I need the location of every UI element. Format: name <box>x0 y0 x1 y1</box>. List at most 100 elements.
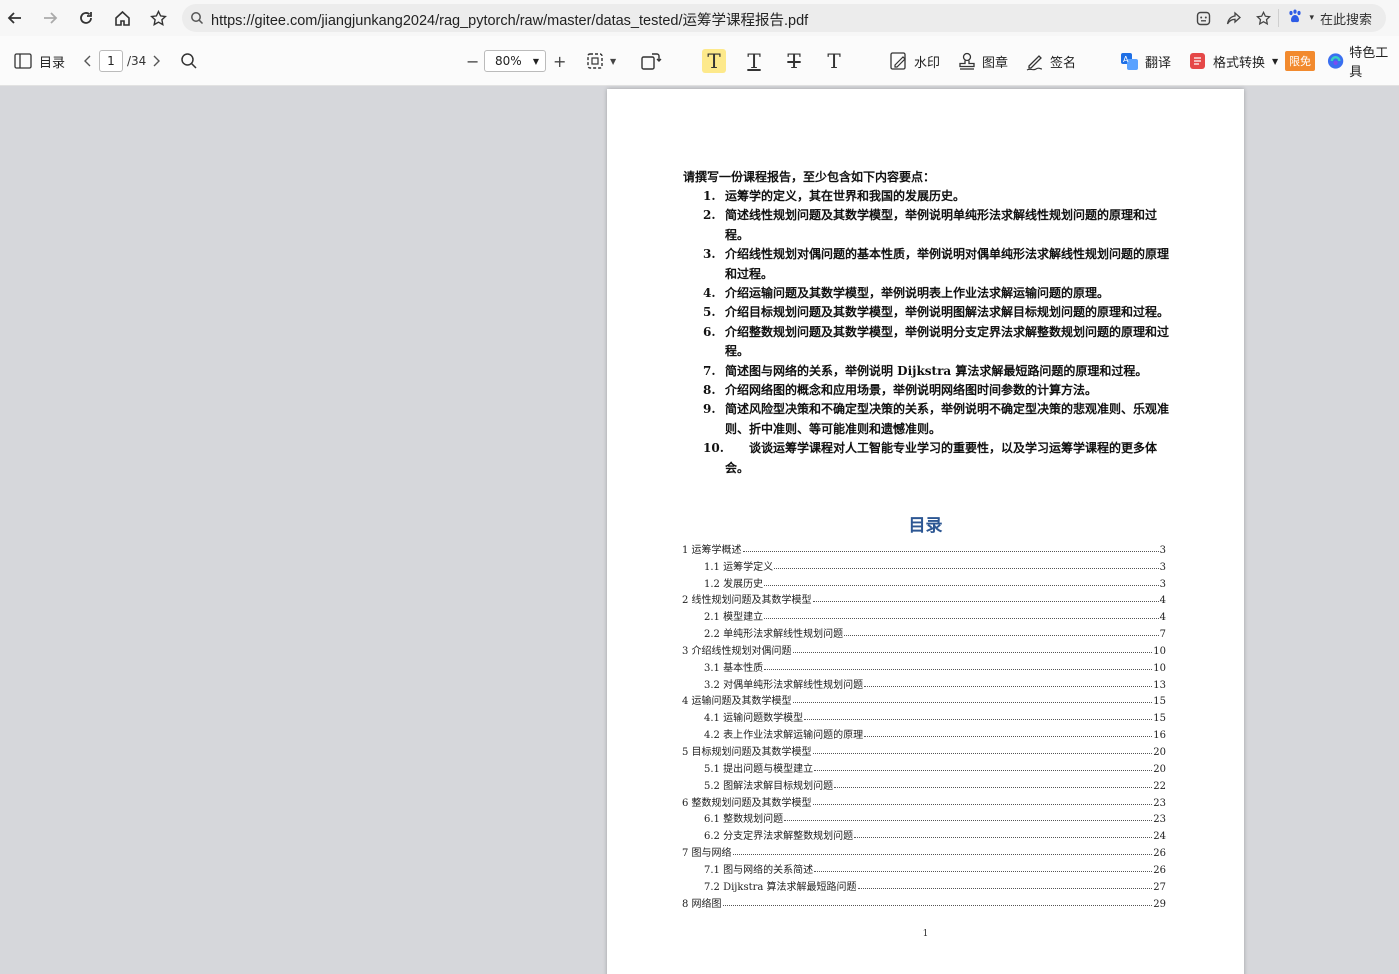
toc-leader-dots <box>834 786 1153 788</box>
toc-entry[interactable]: 3 介绍线性规划对偶问题 10 <box>682 640 1166 657</box>
toc-entry[interactable]: 6.1 整数规划问题 23 <box>682 809 1166 826</box>
page-number-field[interactable]: 1 <box>99 36 123 86</box>
zoom-in-button[interactable]: + <box>553 36 566 86</box>
toc-entry[interactable]: 6.2 分支定界法求解整数规划问题 24 <box>682 825 1166 842</box>
format-convert-button[interactable]: 格式转换 ▼ <box>1189 36 1278 86</box>
bookmark-star-icon[interactable] <box>147 7 169 29</box>
forward-icon[interactable] <box>39 7 61 29</box>
toc-entry[interactable]: 2.2 单纯形法求解线性规划问题 7 <box>682 623 1166 640</box>
stamp-button[interactable]: 图章 <box>957 36 1008 86</box>
toc-label: 目录 <box>39 55 66 71</box>
toc-entry-title: 7.1 图与网络的关系简述 <box>704 864 814 876</box>
toc-leader-dots <box>864 685 1153 687</box>
strikethrough-text-icon: T <box>787 49 801 73</box>
share-icon[interactable] <box>1218 4 1248 32</box>
toc-leader-dots <box>792 651 1153 653</box>
requirement-text: 简述风险型决策和不确定型决策的关系，举例说明不确定型决策的悲观准则、乐观准则、折… <box>725 402 1170 436</box>
toc-entry[interactable]: 2 线性规划问题及其数学模型 4 <box>682 590 1166 607</box>
toc-leader-dots <box>764 668 1153 670</box>
toc-entry-title: 5.1 提出问题与模型建立 <box>704 763 814 775</box>
watermark-button[interactable]: 水印 <box>889 36 940 86</box>
back-icon[interactable] <box>4 7 26 29</box>
toc-entry[interactable]: 7.2 Dijkstra 算法求解最短路问题 27 <box>682 876 1166 893</box>
convert-label: 格式转换 <box>1213 55 1266 71</box>
zoom-out-button[interactable]: − <box>466 36 479 86</box>
toc-entry[interactable]: 5.2 图解法求解目标规划问题 22 <box>682 775 1166 792</box>
rotate-icon <box>641 53 662 70</box>
toc-entry[interactable]: 1.2 发展历史 3 <box>682 573 1166 590</box>
toc-leader-dots <box>804 719 1153 721</box>
toc-entry-page: 3 <box>1159 578 1166 590</box>
prev-page-button[interactable] <box>83 36 93 86</box>
watermark-icon <box>890 52 906 70</box>
requirement-item: 4. 介绍运输问题及其数学模型，举例说明表上作业法求解运输问题的原理。 <box>703 284 1173 303</box>
toc-entry[interactable]: 5 目标规划问题及其数学模型 20 <box>682 741 1166 758</box>
toc-entry-title: 7.2 Dijkstra 算法求解最短路问题 <box>704 881 857 893</box>
chevron-down-icon: ▼ <box>610 56 617 66</box>
home-icon[interactable] <box>111 7 133 29</box>
toc-entry[interactable]: 4.2 表上作业法求解运输问题的原理 16 <box>682 724 1166 741</box>
requirement-number: 2. <box>703 208 716 223</box>
special-tools-icon <box>1327 53 1344 69</box>
toc-entry[interactable]: 7 图与网络 26 <box>682 842 1166 859</box>
special-tools-button[interactable]: 特色工具 <box>1327 36 1399 86</box>
toc-entry-page: 3 <box>1159 544 1166 556</box>
favorite-star-icon[interactable] <box>1248 4 1278 32</box>
strikethrough-text-button[interactable]: T <box>782 36 806 86</box>
convert-icon <box>1190 53 1205 69</box>
toc-entry[interactable]: 3.2 对偶单纯形法求解线性规划问题 13 <box>682 674 1166 691</box>
requirement-text: 介绍网络图的概念和应用场景，举例说明网络图时间参数的计算方法。 <box>725 383 1098 398</box>
add-text-button[interactable]: T <box>822 36 846 86</box>
translate-icon: A <box>1121 52 1138 70</box>
browser-toolbar: https://gitee.com/jiangjunkang2024/rag_p… <box>0 0 1399 36</box>
toc-entry-page: 15 <box>1153 696 1166 708</box>
toc-entry-title: 6.1 整数规划问题 <box>704 814 784 826</box>
toc-entry-title: 5 目标规划问题及其数学模型 <box>682 746 812 758</box>
limited-free-badge: 限免 <box>1285 36 1315 86</box>
toc-entry[interactable]: 4.1 运输问题数学模型 15 <box>682 707 1166 724</box>
baidu-paw-icon <box>1287 9 1303 27</box>
search-icon <box>190 10 204 29</box>
toc-entry-title: 3.2 对偶单纯形法求解线性规划问题 <box>704 679 864 691</box>
zoom-select[interactable]: 80% ▼ <box>484 36 546 86</box>
rotate-button[interactable] <box>640 36 662 86</box>
chevron-down-icon: ▼ <box>1272 56 1279 66</box>
reload-icon[interactable] <box>75 7 97 29</box>
underline-text-button[interactable]: T <box>742 36 766 86</box>
toc-entry[interactable]: 6 整数规划问题及其数学模型 23 <box>682 792 1166 809</box>
toc-entry[interactable]: 7.1 图与网络的关系简述 26 <box>682 859 1166 876</box>
chevron-left-icon <box>84 55 91 67</box>
sign-button[interactable]: 签名 <box>1025 36 1076 86</box>
translate-button[interactable]: A 翻译 <box>1120 36 1171 86</box>
toc-entry[interactable]: 5.1 提出问题与模型建立 20 <box>682 758 1166 775</box>
toc-entry-page: 22 <box>1153 780 1166 792</box>
next-page-button[interactable] <box>151 36 161 86</box>
pen-sign-icon <box>1026 55 1043 71</box>
requirements-list: 1. 运筹学的定义，其在世界和我国的发展历史。 2. 简述线性规划问题及其数学模型，举… <box>703 187 1173 478</box>
requirement-number: 8. <box>703 383 716 398</box>
toc-entry[interactable]: 8 网络图 29 <box>682 893 1166 910</box>
toc-leader-dots <box>854 837 1153 839</box>
toc-entry[interactable]: 1.1 运筹学定义 3 <box>682 556 1166 573</box>
find-search-icon[interactable] <box>180 36 198 86</box>
total-pages: /34 <box>127 54 147 68</box>
pdf-page: 请撰写一份课程报告，至少包含如下内容要点： 1. 运筹学的定义，其在世界和我国的发… <box>607 89 1244 974</box>
toc-entry[interactable]: 3.1 基本性质 10 <box>682 657 1166 674</box>
toc-entry[interactable]: 4 运输问题及其数学模型 15 <box>682 691 1166 708</box>
toc-entry[interactable]: 2.1 模型建立 4 <box>682 606 1166 623</box>
toc-entry-page: 20 <box>1153 763 1166 775</box>
toc-entry-page: 20 <box>1153 746 1166 758</box>
toc-entry-page: 24 <box>1153 831 1166 843</box>
chevron-down-icon: ▼ <box>532 56 539 66</box>
search-engine-box[interactable]: ▾ 在此搜索 <box>1278 9 1386 28</box>
fit-page-icon <box>587 53 603 69</box>
toc-button[interactable]: 目录 <box>14 36 65 86</box>
address-bar[interactable]: https://gitee.com/jiangjunkang2024/rag_p… <box>182 4 1386 32</box>
toc-entry-page: 4 <box>1159 595 1166 607</box>
toc-entry[interactable]: 1 运筹学概述 3 <box>682 539 1166 556</box>
requirement-number: 7. <box>703 363 716 378</box>
fit-page-button[interactable]: ▼ <box>586 36 616 86</box>
toc-entry-page: 26 <box>1153 864 1166 876</box>
highlight-text-button[interactable]: T <box>702 36 726 86</box>
reader-mode-icon[interactable] <box>1188 4 1218 32</box>
